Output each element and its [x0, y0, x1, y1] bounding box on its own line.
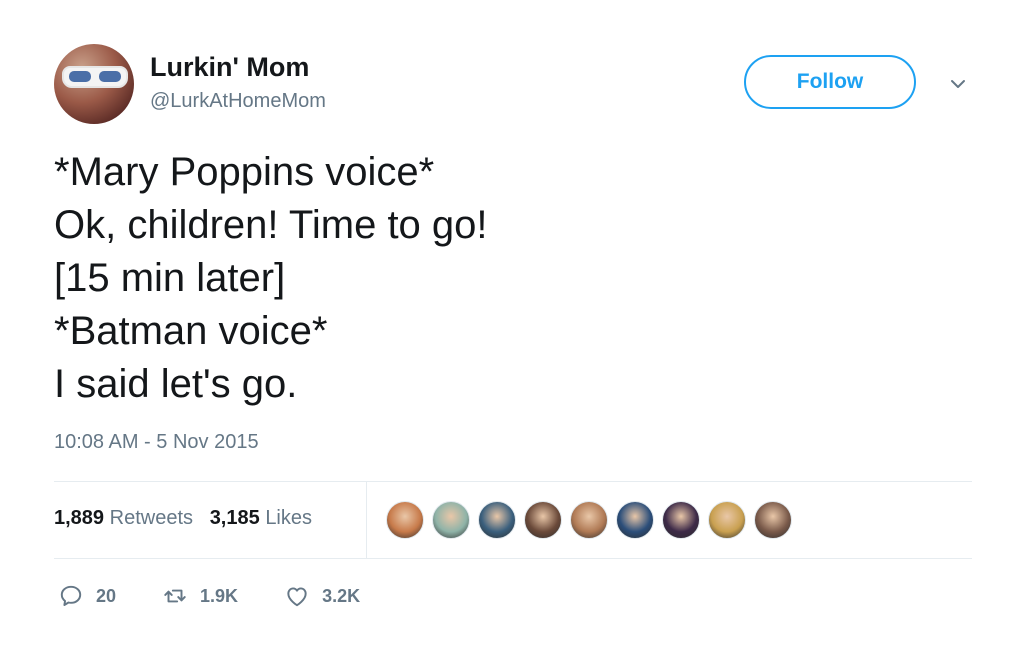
tweet-line: [15 min later] — [54, 256, 286, 300]
liker-avatar[interactable] — [432, 501, 470, 539]
retweets-stat[interactable]: 1,889 Retweets — [54, 507, 199, 529]
tweet-line: Ok, children! Time to go! — [54, 203, 488, 247]
retweet-action[interactable]: 1.9K — [162, 583, 238, 609]
tweet-line: I said let's go. — [54, 362, 298, 406]
tweet-line: *Mary Poppins voice* — [54, 150, 435, 194]
likes-count: 3,185 — [209, 507, 260, 529]
profile-avatar[interactable] — [54, 44, 134, 124]
avatar-sunglasses — [62, 66, 128, 88]
liker-avatar[interactable] — [478, 501, 516, 539]
liker-avatar[interactable] — [524, 501, 562, 539]
chevron-down-icon[interactable] — [948, 74, 968, 94]
engagement-stats: 1,889 Retweets 3,185 Likes — [54, 507, 312, 530]
retweets-label: Retweets — [109, 507, 193, 529]
stats-separator — [366, 482, 367, 558]
divider — [54, 558, 972, 559]
heart-icon — [287, 587, 307, 607]
liker-avatars — [386, 501, 800, 539]
liker-avatar[interactable] — [708, 501, 746, 539]
tweet-text: *Mary Poppins voice* Ok, children! Time … — [54, 146, 488, 411]
like-action[interactable]: 3.2K — [284, 583, 360, 609]
retweets-count: 1,889 — [54, 507, 105, 529]
follow-button[interactable]: Follow — [744, 55, 916, 109]
liker-avatar[interactable] — [754, 501, 792, 539]
reply-icon — [60, 585, 82, 606]
liker-avatar[interactable] — [386, 501, 424, 539]
liker-avatar[interactable] — [616, 501, 654, 539]
reply-action[interactable]: 20 — [58, 583, 116, 609]
reply-count: 20 — [96, 585, 117, 606]
likes-label: Likes — [265, 507, 313, 529]
likes-stat[interactable]: 3,185 Likes — [210, 507, 312, 529]
retweet-count: 1.9K — [200, 585, 239, 606]
liker-avatar[interactable] — [662, 501, 700, 539]
tweet-timestamp[interactable]: 10:08 AM - 5 Nov 2015 — [54, 431, 259, 454]
liker-avatar[interactable] — [570, 501, 608, 539]
retweet-icon — [164, 589, 186, 603]
like-count: 3.2K — [322, 585, 361, 606]
tweet-actions: 20 1.9K 3.2K — [58, 583, 406, 609]
tweet-line: *Batman voice* — [54, 309, 328, 353]
user-handle[interactable]: @LurkAtHomeMom — [150, 90, 326, 113]
divider — [54, 481, 972, 482]
display-name[interactable]: Lurkin' Mom — [150, 52, 309, 83]
